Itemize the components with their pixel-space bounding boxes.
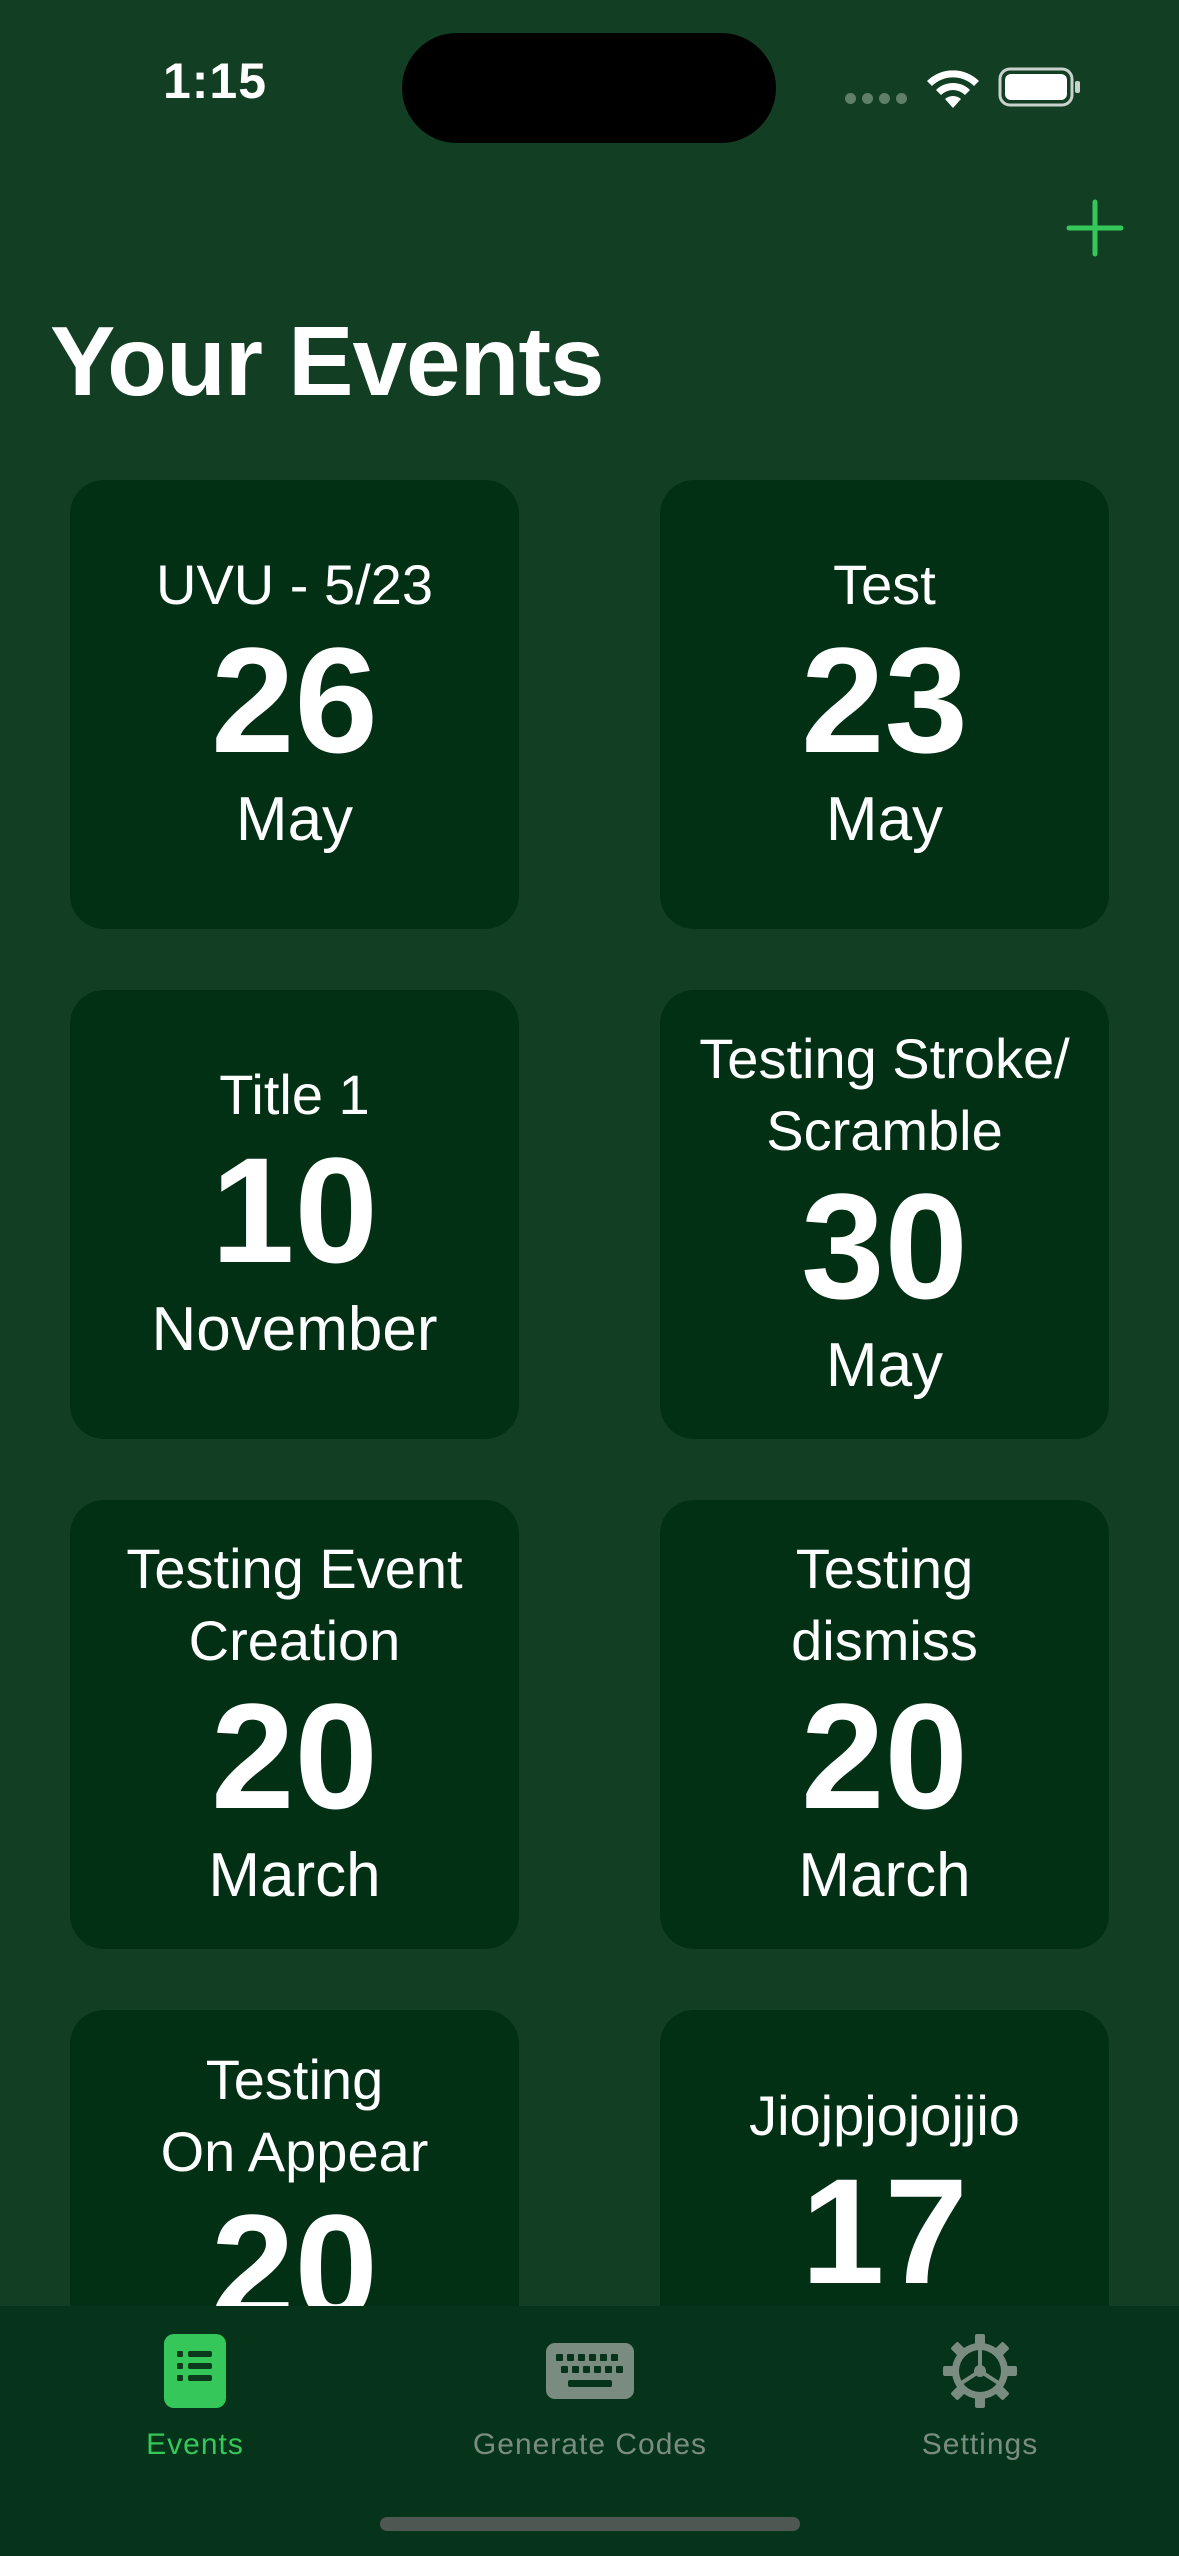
tab-generate-codes[interactable]: Generate Codes (440, 2326, 740, 2462)
event-day: 20 (211, 1671, 378, 1840)
battery-icon (998, 67, 1080, 107)
page-title: Your Events (50, 306, 605, 416)
event-day: 10 (211, 1125, 378, 1294)
events-grid[interactable]: UVU - 5/23 26 May Test 23 May Title 1 10… (70, 480, 1110, 2310)
event-month: May (825, 784, 944, 854)
event-month: May (825, 1330, 944, 1400)
event-card[interactable]: Testing dismiss 20 March (660, 1500, 1109, 1949)
event-card[interactable]: UVU - 5/23 26 May (70, 480, 519, 929)
tab-label: Events (146, 2428, 244, 2461)
home-indicator[interactable] (380, 2517, 800, 2531)
event-day: 20 (211, 2183, 378, 2310)
event-card[interactable]: Testing On Appear 20 (70, 2010, 519, 2310)
event-card[interactable]: Jiojpjojojjio 17 (660, 2010, 1109, 2310)
dynamic-island (402, 33, 776, 143)
event-month: May (235, 784, 354, 854)
tab-events[interactable]: Events (45, 2326, 345, 2462)
event-day: 23 (801, 615, 968, 784)
event-title: Title 1 (219, 1062, 370, 1126)
event-title: Testing dismiss (791, 1536, 978, 1672)
event-card[interactable]: Test 23 May (660, 480, 1109, 929)
keyboard-icon (546, 2326, 634, 2416)
event-month: November (151, 1294, 438, 1364)
tab-settings[interactable]: Settings (830, 2326, 1130, 2462)
gear-icon (941, 2326, 1019, 2416)
event-month: March (208, 1840, 381, 1910)
event-day: 26 (211, 615, 378, 784)
tab-label: Settings (921, 2428, 1039, 2461)
event-title: Testing Event Creation (126, 1536, 463, 1672)
wifi-icon (927, 70, 979, 108)
event-card[interactable]: Testing Event Creation 20 March (70, 1500, 519, 1949)
cellular-signal-icon (845, 93, 907, 104)
event-title: Test (833, 552, 936, 616)
event-day: 20 (801, 1671, 968, 1840)
status-bar: 1:15 (0, 0, 1179, 180)
event-month: March (798, 1840, 971, 1910)
event-card[interactable]: Testing Stroke/ Scramble 30 May (660, 990, 1109, 1439)
event-card[interactable]: Title 1 10 November (70, 990, 519, 1439)
event-title: Testing Stroke/ Scramble (699, 1026, 1070, 1162)
list-icon (164, 2326, 226, 2416)
event-day: 17 (801, 2147, 968, 2310)
tab-label: Generate Codes (472, 2428, 708, 2461)
event-day: 30 (801, 1161, 968, 1330)
event-title: Jiojpjojojjio (749, 2084, 1020, 2147)
event-title: UVU - 5/23 (156, 552, 433, 616)
event-title: Testing On Appear (160, 2048, 429, 2183)
status-time: 1:15 (162, 53, 268, 109)
add-event-button[interactable] (1065, 198, 1125, 258)
